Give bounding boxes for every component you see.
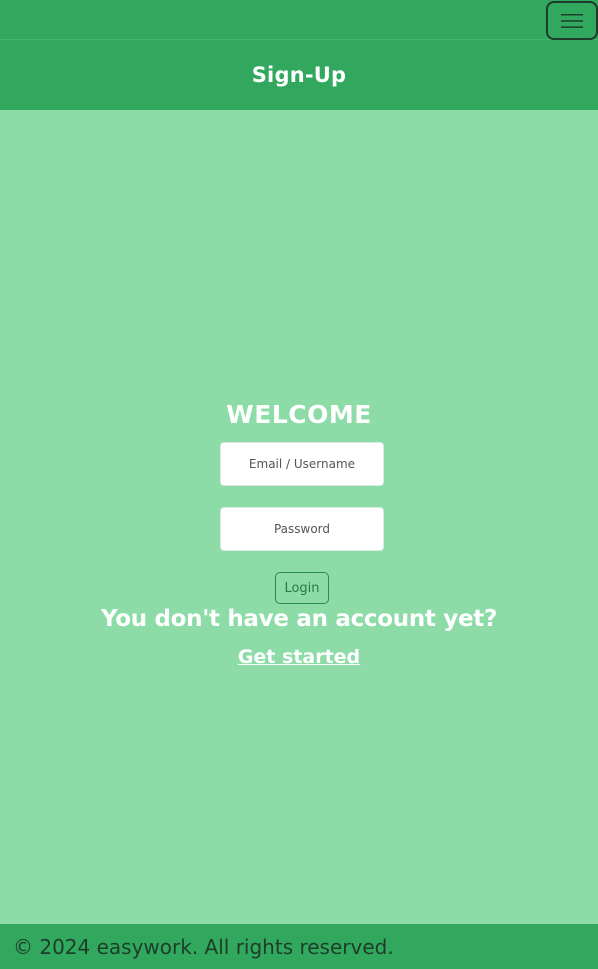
footer: © 2024 easywork. All rights reserved. <box>0 924 598 969</box>
no-account-text: You don't have an account yet? <box>100 606 498 632</box>
get-started-link[interactable]: Get started <box>238 646 360 668</box>
main-content: WELCOME Login You don't have an account … <box>0 110 598 924</box>
copyright-text: © 2024 easywork. All rights reserved. <box>13 934 394 959</box>
page-title: Sign-Up <box>251 63 347 87</box>
email-username-input[interactable] <box>220 442 384 486</box>
get-started-container: Get started <box>0 646 598 668</box>
password-input[interactable] <box>220 507 384 551</box>
top-navbar <box>0 0 598 40</box>
page-header: Sign-Up <box>0 40 598 110</box>
hamburger-menu-icon <box>561 13 583 29</box>
welcome-heading: WELCOME <box>226 400 372 429</box>
menu-toggle-button[interactable] <box>546 1 598 40</box>
login-button[interactable]: Login <box>275 572 329 604</box>
